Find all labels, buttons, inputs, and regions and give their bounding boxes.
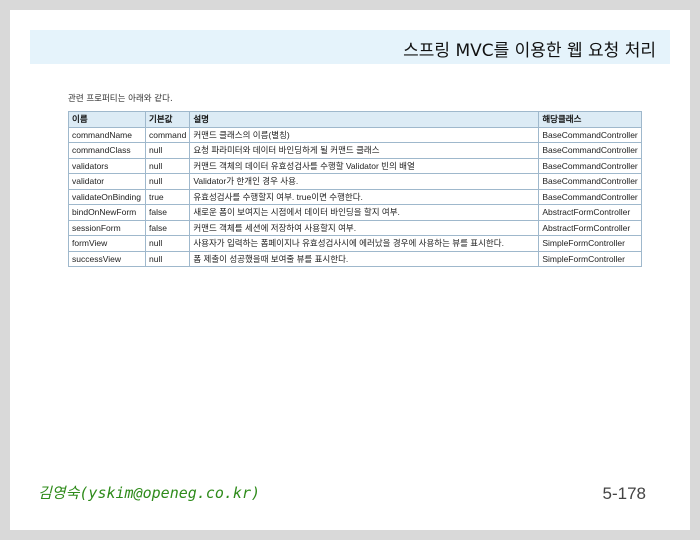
cell-default: null [144, 157, 191, 174]
cell-class: BaseCommandController [538, 173, 642, 190]
cell-name: commandName [68, 126, 146, 143]
cell-default: false [144, 219, 191, 236]
table-row: commandClass null 요청 파라미터와 데이터 바인딩하게 될 커… [68, 142, 642, 159]
cell-default: false [144, 204, 191, 221]
page-number: 5-178 [602, 484, 646, 503]
cell-name: commandClass [68, 142, 146, 159]
cell-description: 폼 제출이 성공했을때 보여줄 뷰를 표시한다. [189, 250, 540, 267]
cell-name: validator [68, 173, 146, 190]
intro-text: 관련 프로퍼티는 아래와 같다. [68, 94, 173, 104]
cell-class: BaseCommandController [538, 126, 642, 143]
cell-description: 새로운 폼이 보여지는 시점에서 데이터 바인딩을 할지 여부. [189, 204, 540, 221]
cell-name: formView [68, 235, 146, 252]
cell-class: AbstractFormController [538, 204, 642, 221]
cell-default: null [144, 235, 191, 252]
cell-name: validators [68, 157, 146, 174]
author-signature: 김영숙(yskim@openeg.co.kr) [38, 484, 261, 502]
cell-name: bindOnNewForm [68, 204, 146, 221]
cell-description: 커맨드 객체를 세션에 저장하여 사용할지 여부. [189, 219, 540, 236]
cell-default: null [144, 142, 191, 159]
table-row: formView null 사용자가 입력하는 폼페이지나 유효성검사시에 에러… [68, 235, 642, 252]
table-row: successView null 폼 제출이 성공했을때 보여줄 뷰를 표시한다… [68, 250, 642, 267]
slide-title: 스프링 MVC를 이용한 웹 요청 처리 [403, 41, 656, 61]
cell-class: AbstractFormController [538, 219, 642, 236]
header-class: 해당클래스 [538, 111, 642, 128]
table-row: validators null 커맨드 객체의 데이터 유효성검사를 수행할 V… [68, 157, 642, 174]
cell-description: 사용자가 입력하는 폼페이지나 유효성검사시에 에러났을 경우에 사용하는 뷰를… [189, 235, 540, 252]
cell-class: SimpleFormController [538, 235, 642, 252]
cell-description: 유효성검사를 수행할지 여부. true이면 수행한다. [189, 188, 540, 205]
cell-default: null [144, 250, 191, 267]
cell-name: validateOnBinding [68, 188, 146, 205]
cell-name: successView [68, 250, 146, 267]
title-bar: 스프링 MVC를 이용한 웹 요청 처리 [30, 30, 670, 64]
cell-class: BaseCommandController [538, 188, 642, 205]
header-name: 이름 [68, 111, 146, 128]
cell-description: 커맨드 객체의 데이터 유효성검사를 수행할 Validator 빈의 배열 [189, 157, 540, 174]
cell-description: 커맨드 클래스의 이름(별칭) [189, 126, 540, 143]
cell-default: null [144, 173, 191, 190]
cell-description: 요청 파라미터와 데이터 바인딩하게 될 커맨드 클래스 [189, 142, 540, 159]
table-row: commandName command 커맨드 클래스의 이름(별칭) Base… [68, 126, 642, 143]
cell-default: command [144, 126, 191, 143]
cell-default: true [144, 188, 191, 205]
slide: 스프링 MVC를 이용한 웹 요청 처리 관련 프로퍼티는 아래와 같다. 이름… [10, 10, 690, 530]
table-header-row: 이름 기본값 설명 해당클래스 [68, 111, 642, 128]
table-row: sessionForm false 커맨드 객체를 세션에 저장하여 사용할지 … [68, 219, 642, 236]
cell-class: SimpleFormController [538, 250, 642, 267]
cell-name: sessionForm [68, 219, 146, 236]
header-default: 기본값 [144, 111, 191, 128]
table-row: validator null Validator가 한개인 경우 사용. Bas… [68, 173, 642, 190]
table-row: validateOnBinding true 유효성검사를 수행할지 여부. t… [68, 188, 642, 205]
properties-table: 이름 기본값 설명 해당클래스 commandName command 커맨드 … [68, 111, 642, 267]
header-description: 설명 [189, 111, 540, 128]
table-row: bindOnNewForm false 새로운 폼이 보여지는 시점에서 데이터… [68, 204, 642, 221]
cell-description: Validator가 한개인 경우 사용. [189, 173, 540, 190]
cell-class: BaseCommandController [538, 142, 642, 159]
cell-class: BaseCommandController [538, 157, 642, 174]
